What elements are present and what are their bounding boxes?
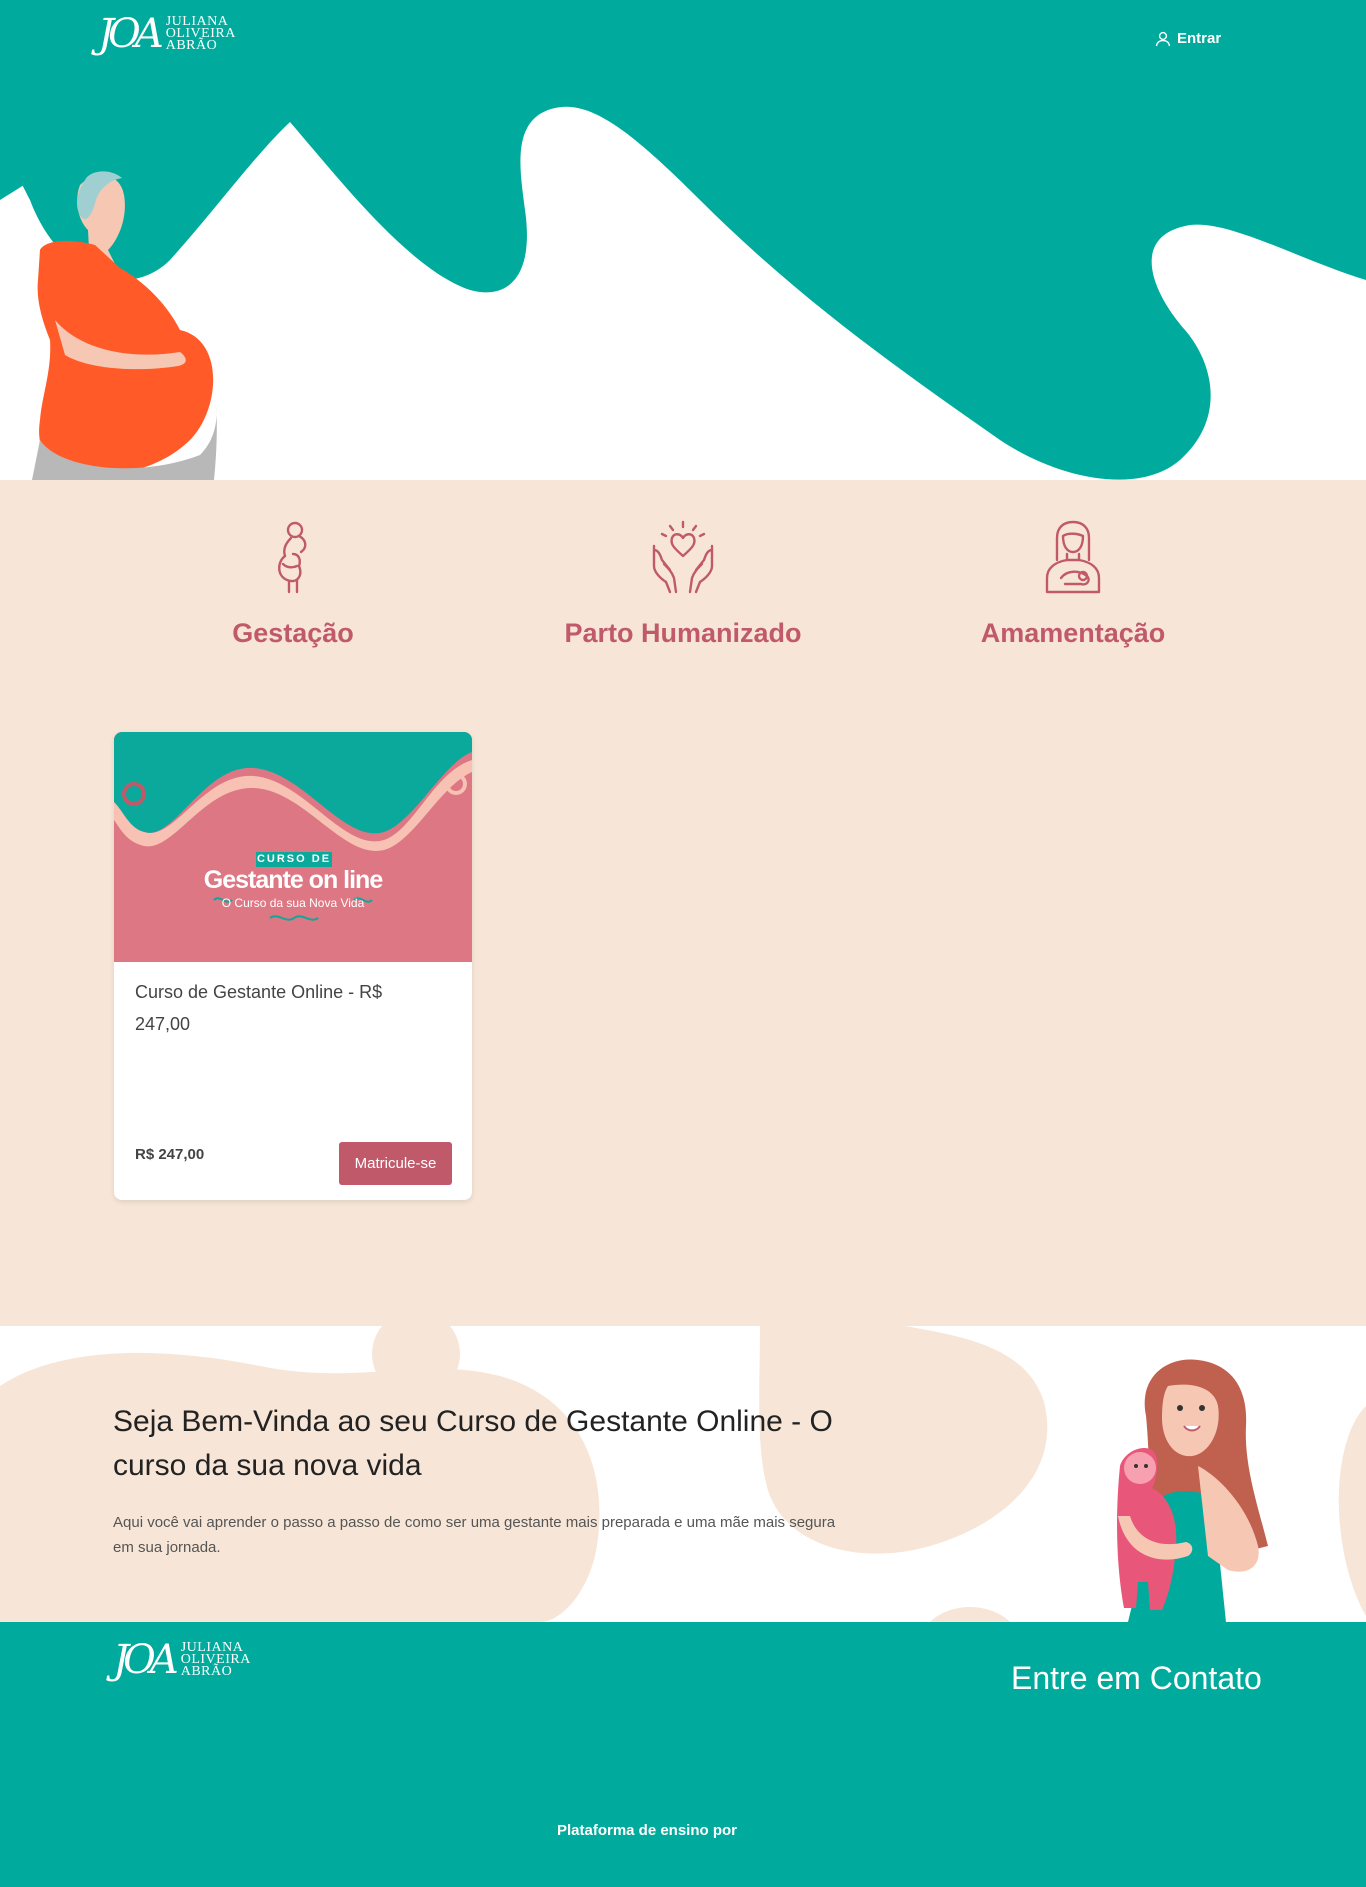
feature-gestacao: Gestação bbox=[143, 520, 443, 649]
mother-baby-illustration bbox=[1117, 1359, 1268, 1622]
user-icon bbox=[1155, 31, 1171, 46]
feature-parto-humanizado: Parto Humanizado bbox=[533, 520, 833, 649]
thumbnail-title: Gestante on line bbox=[203, 866, 383, 894]
feature-title: Amamentação bbox=[980, 618, 1166, 648]
brand-logo[interactable]: JOA JULIANA OLIVEIRA ABRÃO bbox=[98, 14, 236, 54]
feature-amamentacao: Amamentação bbox=[923, 520, 1223, 649]
site-footer: JOA JULIANA OLIVEIRA ABRÃO Entre em Cont… bbox=[0, 1622, 1366, 1887]
hands-heart-icon bbox=[652, 520, 714, 594]
breastfeeding-icon bbox=[1045, 520, 1101, 594]
platform-credit: Plataforma de ensino por bbox=[556, 1822, 738, 1839]
thumbnail-subtitle: O Curso da sua Nova Vida bbox=[221, 896, 365, 910]
thumbnail-wave-illustration bbox=[114, 732, 472, 921]
feature-title: Parto Humanizado bbox=[564, 618, 802, 648]
logo-monogram: JOA bbox=[113, 1637, 179, 1683]
course-title[interactable]: Curso de Gestante Online - R$ 247,00 bbox=[135, 976, 435, 1040]
login-label: Entrar bbox=[1177, 30, 1222, 47]
pregnant-woman-icon bbox=[278, 521, 307, 594]
site-header: JOA JULIANA OLIVEIRA ABRÃO Entrar bbox=[0, 0, 1366, 80]
login-link[interactable]: Entrar bbox=[1155, 30, 1221, 47]
feature-title: Gestação bbox=[232, 618, 354, 648]
footer-brand-logo[interactable]: JOA JULIANA OLIVEIRA ABRÃO bbox=[113, 1640, 251, 1680]
hero-section: JOA JULIANA OLIVEIRA ABRÃO Entrar bbox=[0, 0, 1366, 480]
logo-wordmark: JULIANA OLIVEIRA ABRÃO bbox=[180, 1641, 251, 1679]
thumbnail-badge: CURSO DE bbox=[256, 852, 332, 867]
logo-wordmark: JULIANA OLIVEIRA ABRÃO bbox=[165, 15, 236, 53]
logo-line: ABRÃO bbox=[180, 1664, 233, 1679]
enroll-button[interactable]: Matricule-se bbox=[339, 1142, 452, 1185]
contact-link[interactable]: Entre em Contato bbox=[1011, 1660, 1262, 1697]
logo-monogram: JOA bbox=[98, 11, 164, 57]
logo-line: ABRÃO bbox=[165, 38, 218, 53]
welcome-title: Seja Bem-Vinda ao seu Curso de Gestante … bbox=[113, 1405, 833, 1482]
course-thumbnail[interactable]: CURSO DE Gestante on line O Curso da sua… bbox=[114, 732, 472, 962]
course-card[interactable]: CURSO DE Gestante on line O Curso da sua… bbox=[114, 732, 472, 1200]
welcome-text: Aqui você vai aprender o passo a passo d… bbox=[113, 1514, 836, 1556]
course-price: R$ 247,00 bbox=[135, 1146, 205, 1163]
welcome-section: Seja Bem-Vinda ao seu Curso de Gestante … bbox=[0, 1326, 1366, 1622]
